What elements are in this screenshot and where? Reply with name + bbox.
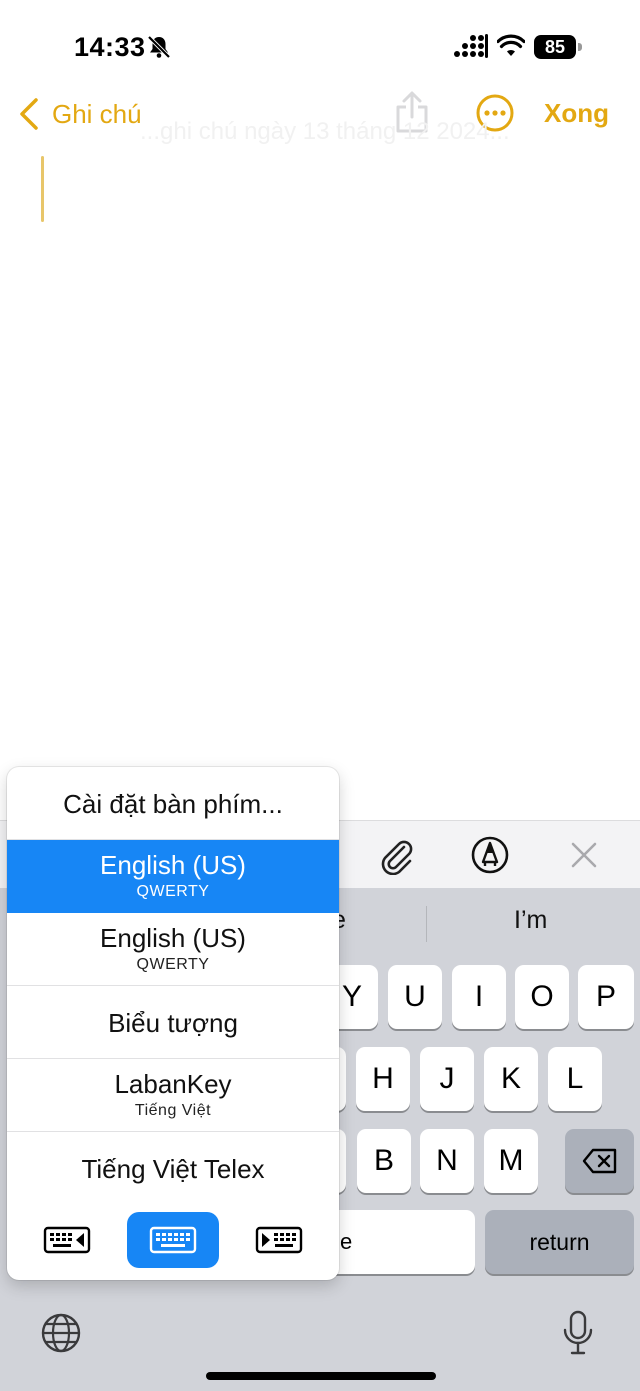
space-key-label: e	[340, 1229, 353, 1254]
space-key[interactable]: e	[326, 1210, 475, 1274]
status-time: 14:33	[74, 32, 146, 62]
key-m[interactable]: M	[484, 1129, 538, 1193]
key-h[interactable]: H	[356, 1047, 410, 1111]
battery-level: 85	[534, 35, 576, 59]
keyboard-switcher-menu: Cài đặt bàn phím... English (US) QWERTY …	[7, 767, 339, 1280]
home-indicator	[206, 1372, 436, 1380]
key-o[interactable]: O	[515, 965, 569, 1029]
key-u[interactable]: U	[388, 965, 442, 1029]
key-l[interactable]: L	[548, 1047, 602, 1111]
key-n[interactable]: N	[420, 1129, 474, 1193]
battery-icon: 85	[534, 35, 582, 59]
paperclip-icon[interactable]	[376, 835, 416, 875]
menu-item-english-us[interactable]: English (US) QWERTY	[7, 913, 339, 986]
delete-icon	[582, 1148, 616, 1174]
menu-item-emoji[interactable]: Biểu tượng	[7, 986, 339, 1059]
keyboard-left-icon	[43, 1226, 91, 1254]
back-label: Ghi chú	[52, 98, 142, 129]
text-caret	[41, 156, 44, 222]
status-bar: 14:33 85	[0, 0, 640, 90]
done-button[interactable]: Xong	[544, 98, 609, 129]
signal-icon	[454, 34, 488, 58]
menu-item-labankey[interactable]: LabanKey Tiếng Việt	[7, 1059, 339, 1132]
delete-key[interactable]	[565, 1129, 634, 1193]
faded-note-title: ...ghi chú ngày 13 tháng 12 2024...	[140, 118, 510, 145]
back-button[interactable]: Ghi chú	[18, 94, 142, 134]
suggestion-2[interactable]: I’m	[514, 906, 547, 935]
menu-item-keyboard-settings[interactable]: Cài đặt bàn phím...	[7, 767, 339, 840]
globe-icon[interactable]	[40, 1312, 82, 1354]
keyboard-full-icon	[149, 1226, 197, 1254]
chevron-left-icon	[20, 98, 38, 130]
bell-slash-icon	[147, 35, 171, 59]
keyboard-left-button[interactable]	[21, 1212, 113, 1268]
menu-item-vietnamese-telex[interactable]: Tiếng Việt Telex	[7, 1132, 339, 1205]
close-icon[interactable]	[564, 835, 604, 875]
keyboard-full-button[interactable]	[127, 1212, 219, 1268]
key-j[interactable]: J	[420, 1047, 474, 1111]
wifi-icon	[497, 34, 525, 56]
keyboard-right-icon	[255, 1226, 303, 1254]
return-key[interactable]: return	[485, 1210, 634, 1274]
keyboard-right-button[interactable]	[233, 1212, 325, 1268]
suggestion-divider	[426, 906, 427, 942]
key-k[interactable]: K	[484, 1047, 538, 1111]
microphone-icon[interactable]	[562, 1310, 594, 1356]
key-b[interactable]: B	[357, 1129, 411, 1193]
markup-pen-icon[interactable]	[470, 835, 510, 875]
menu-item-english-us-selected[interactable]: English (US) QWERTY	[7, 840, 339, 913]
key-p[interactable]: P	[578, 965, 634, 1029]
key-i[interactable]: I	[452, 965, 506, 1029]
